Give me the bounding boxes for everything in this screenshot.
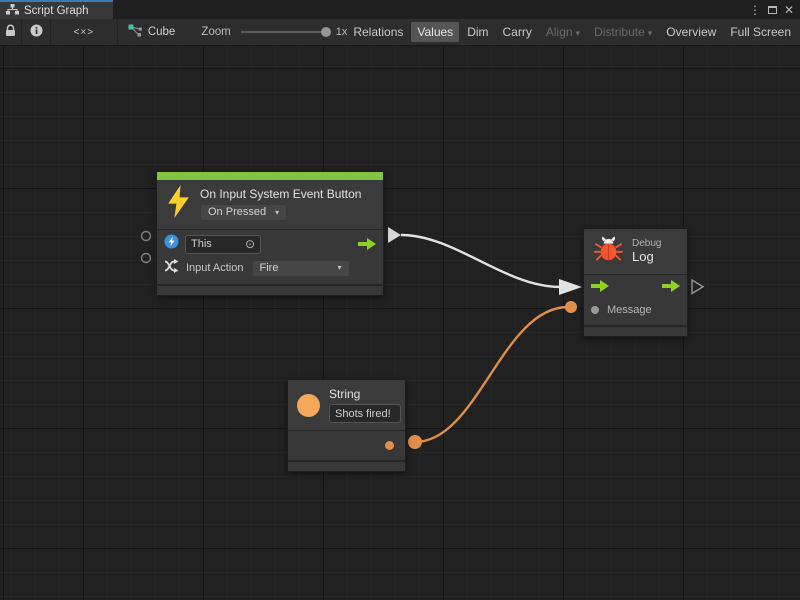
bug-icon	[594, 235, 623, 267]
chevron-down-icon: ▾	[648, 28, 653, 38]
debug-trigger-outer-port[interactable]	[692, 280, 703, 294]
align-button[interactable]: Align▾	[540, 22, 586, 42]
input-action-dropdown[interactable]: Fire ▾	[252, 260, 350, 277]
window-controls: ⋮ ✕	[749, 0, 800, 19]
graph-toolbar: <×> Cube Zoom 1x Relations Values Dim Ca…	[0, 19, 800, 46]
wire-string-connection[interactable]	[415, 307, 568, 442]
chevron-down-icon: ▾	[576, 28, 581, 38]
string-node-body	[288, 431, 405, 460]
node-debug-log[interactable]: Debug Log Message	[583, 228, 688, 337]
info-button[interactable]	[22, 19, 50, 45]
gameobject-event-icon	[164, 234, 179, 254]
string-type-icon	[297, 394, 320, 417]
string-output-port[interactable]	[408, 435, 422, 449]
this-port-row: This ⊙	[164, 234, 376, 254]
node-on-input-system-event-button[interactable]: On Input System Event Button On Pressed …	[156, 171, 384, 296]
relations-button[interactable]: Relations	[347, 22, 409, 42]
distribute-button[interactable]: Distribute▾	[588, 22, 658, 42]
graph-target[interactable]: Cube	[118, 19, 176, 45]
string-value-field[interactable]: Shots fired!	[329, 404, 401, 423]
target-object-label: Cube	[148, 26, 176, 38]
wire-trigger-connection[interactable]	[401, 235, 560, 287]
trigger-output-arrow-icon[interactable]	[662, 279, 680, 297]
debug-node-body: Message	[584, 275, 687, 325]
event-mode-dropdown[interactable]: On Pressed ▾	[200, 204, 287, 221]
lightning-bolt-icon	[166, 185, 191, 223]
trigger-input-arrow-icon[interactable]	[591, 279, 609, 297]
event-input-action-outer-port[interactable]	[142, 254, 151, 263]
this-object-field[interactable]: This ⊙	[185, 235, 261, 254]
chevron-down-icon: ▾	[337, 263, 341, 272]
event-trigger-output-port[interactable]	[388, 227, 401, 243]
graph-pointer-icon	[128, 24, 142, 40]
debug-trigger-input-port[interactable]	[559, 279, 582, 295]
node-string-literal[interactable]: String Shots fired!	[287, 379, 406, 472]
event-node-header: On Input System Event Button On Pressed …	[157, 180, 383, 229]
event-accent-bar	[157, 172, 383, 180]
code-view-button[interactable]: <×>	[51, 19, 118, 45]
graph-icon	[6, 2, 19, 20]
message-port-row: Message	[591, 302, 680, 318]
input-action-icon	[164, 259, 180, 278]
debug-node-category: Debug	[632, 238, 661, 249]
menu-icon[interactable]: ⋮	[749, 4, 761, 16]
message-port-dot[interactable]	[591, 306, 599, 314]
graph-canvas[interactable]: On Input System Event Button On Pressed …	[0, 46, 800, 600]
code-icon: <×>	[74, 27, 95, 38]
tab-title: Script Graph	[24, 5, 89, 17]
object-picker-icon[interactable]: ⊙	[245, 238, 255, 250]
maximize-icon[interactable]	[768, 6, 777, 14]
zoom-slider[interactable]	[241, 31, 327, 33]
debug-node-footer	[584, 325, 687, 336]
zoom-label: Zoom	[201, 26, 230, 38]
event-node-title: On Input System Event Button	[200, 187, 361, 201]
trigger-output-arrow-icon[interactable]	[358, 238, 376, 250]
values-button[interactable]: Values	[411, 22, 459, 42]
input-action-label: Input Action	[186, 262, 244, 274]
zoom-level: 1x	[336, 26, 348, 38]
string-node-title: String	[329, 387, 401, 401]
string-node-header: String Shots fired!	[288, 380, 405, 430]
event-node-body: This ⊙ Input Action Fire ▾	[157, 230, 383, 284]
event-this-outer-port[interactable]	[142, 232, 151, 241]
string-output-dot[interactable]	[385, 441, 394, 450]
zoom-slider-handle[interactable]	[321, 27, 331, 37]
message-port-label: Message	[607, 304, 652, 316]
lock-icon	[5, 24, 16, 40]
debug-node-header: Debug Log	[584, 229, 687, 274]
debug-node-title: Log	[632, 249, 661, 264]
overview-button[interactable]: Overview	[660, 22, 722, 42]
carry-button[interactable]: Carry	[497, 22, 538, 42]
toolbar-buttons: Relations Values Dim Carry Align▾ Distri…	[347, 19, 800, 45]
chevron-down-icon: ▾	[275, 208, 279, 217]
window-tab-bar: Script Graph ⋮ ✕	[0, 0, 800, 19]
debug-message-outer-port[interactable]	[565, 301, 577, 313]
input-action-port-row: Input Action Fire ▾	[164, 258, 376, 278]
lock-button[interactable]	[0, 19, 22, 45]
string-node-footer	[288, 460, 405, 471]
zoom-control: Zoom 1x	[201, 19, 347, 45]
fullscreen-button[interactable]: Full Screen	[724, 22, 797, 42]
event-node-footer	[157, 284, 383, 295]
debug-trigger-row	[591, 281, 680, 295]
dim-button[interactable]: Dim	[461, 22, 494, 42]
tab-script-graph[interactable]: Script Graph	[0, 0, 113, 19]
close-icon[interactable]: ✕	[784, 4, 794, 16]
info-icon	[30, 24, 43, 40]
